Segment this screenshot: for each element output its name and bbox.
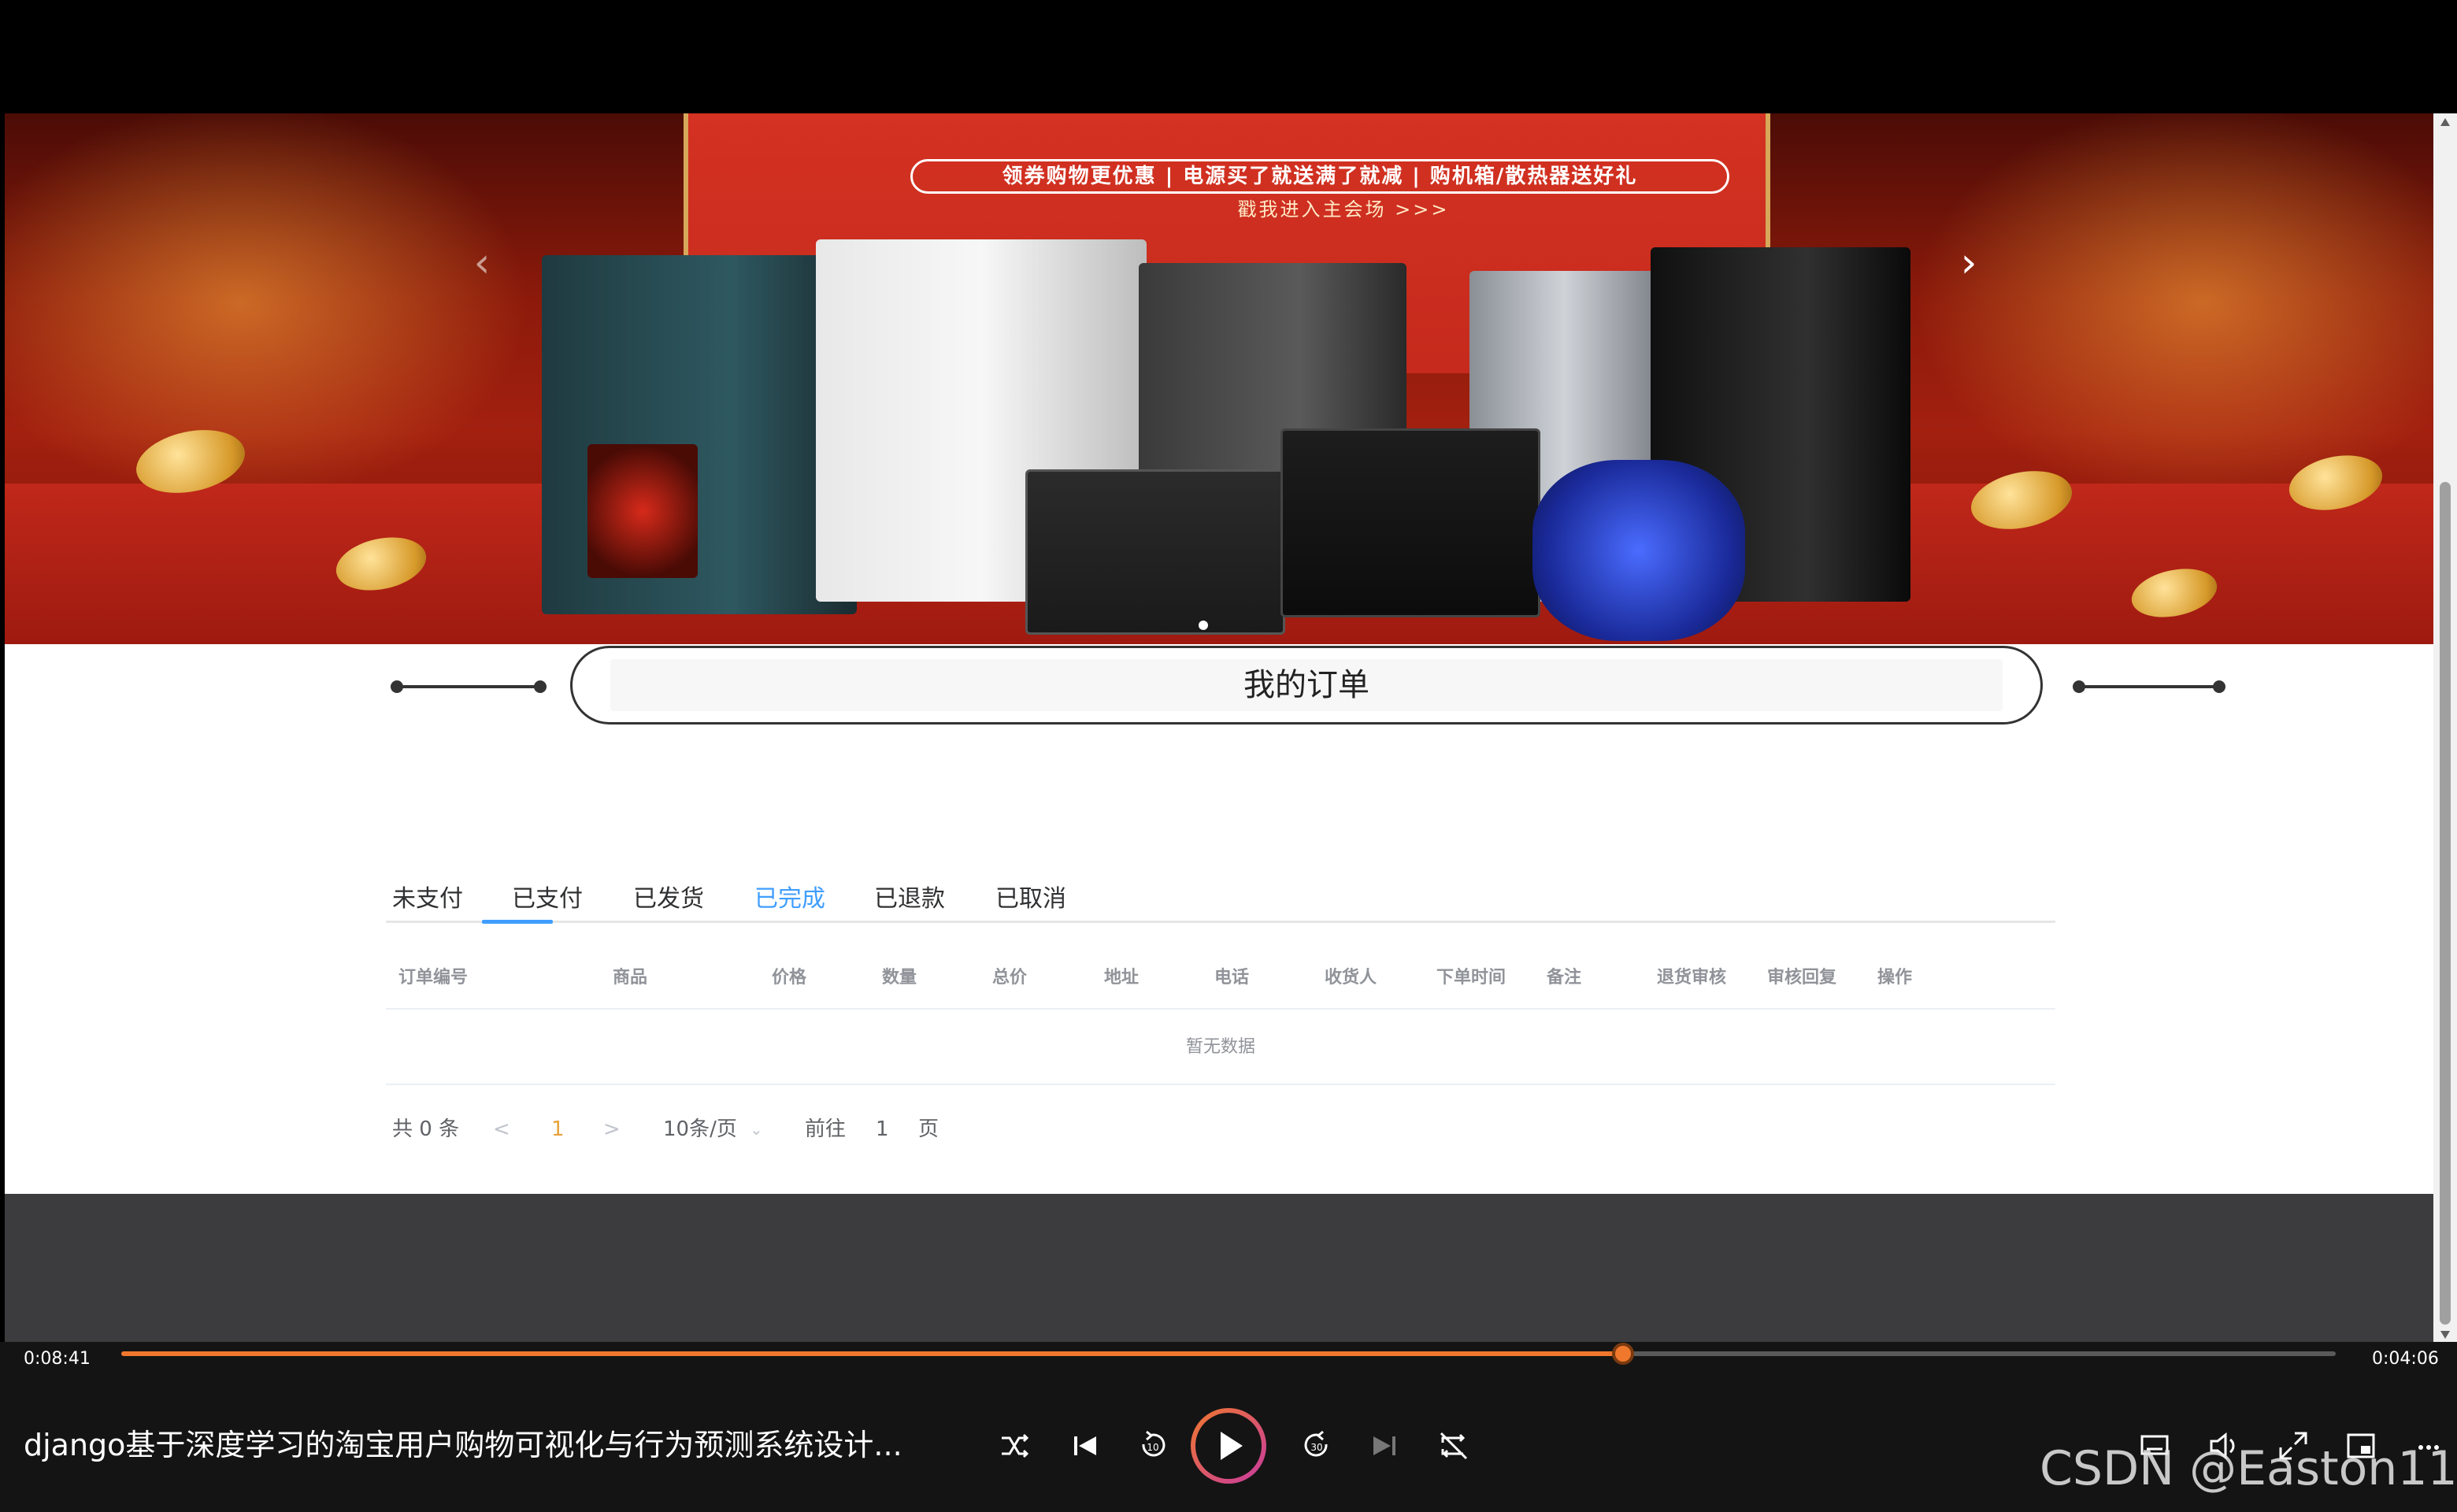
tab-paid[interactable]: 已支付	[512, 876, 583, 923]
pagination-total: 共 0 条	[392, 1117, 460, 1141]
progress-knob[interactable]	[1611, 1343, 1634, 1365]
tab-cancelled[interactable]: 已取消	[995, 876, 1066, 923]
tab-completed[interactable]: 已完成	[754, 876, 825, 923]
column-header: 退货审核	[1657, 968, 1727, 988]
progress-fill	[121, 1351, 1623, 1356]
scroll-down-icon[interactable]	[2440, 1331, 2450, 1339]
goto-suffix: 页	[918, 1117, 939, 1141]
product-psu-black	[1280, 428, 1540, 617]
banner-slogan: 领券购物更优惠 | 电源买了就送满了就减 | 购机箱/散热器送好礼	[910, 159, 1729, 194]
play-button[interactable]	[1191, 1408, 1266, 1484]
column-header: 下单时间	[1436, 968, 1506, 988]
scroll-up-icon[interactable]	[2440, 118, 2450, 126]
banner-subline[interactable]: 戳我进入主会场 >>>	[1170, 194, 1517, 225]
section-title: 我的订单	[610, 659, 2003, 711]
carousel-prev-icon[interactable]: ‹	[458, 239, 506, 287]
order-status-tabs: 未支付 已支付 已发货 已完成 已退款 已取消	[386, 876, 2055, 923]
pagination-next-button[interactable]: >	[603, 1107, 621, 1151]
section-title-pill: 我的订单	[570, 646, 2043, 724]
carousel-next-icon[interactable]: ›	[1945, 239, 1992, 287]
carousel-banner[interactable]: 领券购物更优惠 | 电源买了就送满了就减 | 购机箱/散热器送好礼 戳我进入主会…	[5, 113, 2433, 644]
csdn-watermark: CSDN @Easton111	[2040, 1441, 2457, 1496]
next-track-icon[interactable]	[1362, 1424, 1406, 1468]
play-icon	[1221, 1432, 1243, 1460]
product-psu-grey	[1025, 469, 1285, 635]
remaining-time: 0:04:06	[2372, 1349, 2439, 1369]
title-deco-dot	[534, 680, 547, 693]
column-header: 商品	[613, 968, 648, 988]
web-page: 领券购物更优惠 | 电源买了就送满了就减 | 购机箱/散热器送好礼 戳我进入主会…	[5, 113, 2433, 1342]
product-case-red-glow	[587, 444, 698, 578]
chevron-down-icon[interactable]: ⌄	[750, 1107, 763, 1151]
svg-text:30: 30	[1310, 1442, 1322, 1453]
svg-text:10: 10	[1147, 1442, 1158, 1453]
carousel-indicator-dot[interactable]	[1199, 621, 1208, 630]
title-deco-line-left	[398, 685, 540, 688]
forward-30-icon[interactable]: 30	[1295, 1424, 1339, 1468]
pagination: 共 0 条 < 1 > 10条/页 ⌄ 前往 1 页	[386, 1107, 1173, 1151]
column-header: 地址	[1104, 968, 1140, 988]
order-table-header: 订单编号 商品 价格 数量 总价 地址 电话 收货人 下单时间 备注 退货审核 …	[386, 947, 2055, 1010]
pagination-prev-button[interactable]: <	[493, 1107, 510, 1151]
title-deco-line-right	[2081, 685, 2219, 688]
column-header: 电话	[1214, 968, 1250, 988]
column-header: 备注	[1547, 968, 1582, 988]
scrollbar-thumb[interactable]	[2440, 482, 2451, 1325]
top-black-bar	[0, 0, 2457, 113]
column-header: 价格	[772, 968, 807, 988]
column-header: 审核回复	[1767, 968, 1837, 988]
tab-refunded[interactable]: 已退款	[874, 876, 945, 923]
tab-shipped[interactable]: 已发货	[633, 876, 704, 923]
goto-page-input[interactable]: 1	[876, 1107, 889, 1151]
goto-label: 前往	[805, 1117, 847, 1141]
previous-track-icon[interactable]	[1063, 1424, 1107, 1468]
column-header: 订单编号	[398, 968, 469, 988]
column-header: 数量	[882, 968, 917, 988]
product-cooler-blue	[1532, 460, 1745, 641]
column-header: 收货人	[1325, 968, 1377, 988]
page-size-select[interactable]: 10条/页	[663, 1107, 737, 1151]
title-deco-dot	[2213, 680, 2225, 693]
repeat-off-icon[interactable]	[1432, 1424, 1476, 1468]
shuffle-icon[interactable]	[992, 1424, 1036, 1468]
video-title: django基于深度学习的淘宝用户购物可视化与行为预测系统设计...	[24, 1428, 902, 1462]
column-header: 总价	[992, 968, 1028, 988]
page-footer	[5, 1194, 2433, 1342]
column-header: 操作	[1877, 968, 1913, 988]
table-empty-text: 暂无数据	[386, 1010, 2055, 1085]
active-tab-underline	[482, 920, 553, 924]
pagination-page-1[interactable]: 1	[551, 1107, 565, 1151]
rewind-10-icon[interactable]: 10	[1131, 1424, 1175, 1468]
tab-unpaid[interactable]: 未支付	[392, 876, 463, 923]
elapsed-time: 0:08:41	[24, 1349, 91, 1369]
progress-track[interactable]	[121, 1343, 2336, 1365]
